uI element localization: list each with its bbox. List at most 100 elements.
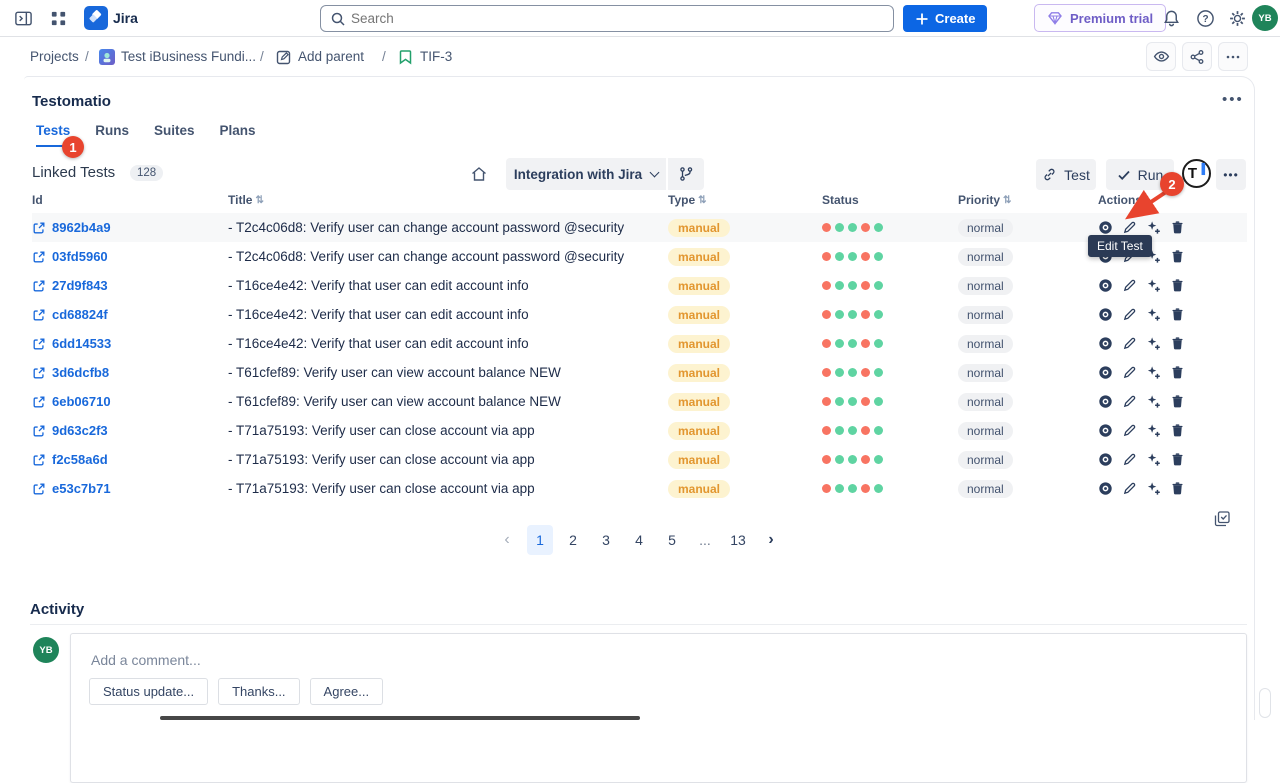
settings-gear-icon[interactable]	[1228, 9, 1247, 28]
test-id-link[interactable]: e53c7b71	[52, 481, 111, 496]
page-button-13[interactable]: 13	[725, 525, 751, 555]
ai-generate-icon[interactable]	[1146, 481, 1161, 496]
breadcrumb-projects[interactable]: Projects	[30, 49, 79, 64]
tab-runs[interactable]: Runs	[95, 123, 129, 147]
view-test-icon[interactable]	[1098, 394, 1113, 409]
search-box[interactable]	[320, 5, 894, 32]
view-test-icon[interactable]	[1098, 307, 1113, 322]
premium-trial-button[interactable]: Premium trial	[1034, 4, 1166, 32]
page-prev-button[interactable]: ‹	[494, 525, 520, 555]
view-test-icon[interactable]	[1098, 278, 1113, 293]
branch-button[interactable]	[668, 158, 704, 190]
sort-icon[interactable]: ⇅	[255, 195, 263, 206]
sort-icon[interactable]: ⇅	[698, 195, 706, 206]
page-button-2[interactable]: 2	[560, 525, 586, 555]
delete-test-icon[interactable]	[1170, 307, 1185, 322]
table-row[interactable]: 3d6dcfb8 - T61cfef89: Verify user can vi…	[32, 358, 1247, 387]
delete-test-icon[interactable]	[1170, 365, 1185, 380]
watch-button[interactable]	[1146, 42, 1176, 71]
ai-generate-icon[interactable]	[1146, 278, 1161, 293]
edit-test-icon[interactable]	[1122, 394, 1137, 409]
delete-test-icon[interactable]	[1170, 220, 1185, 235]
ai-generate-icon[interactable]	[1146, 452, 1161, 467]
ai-generate-icon[interactable]	[1146, 336, 1161, 351]
comment-placeholder[interactable]: Add a comment...	[91, 652, 201, 668]
app-switcher-icon[interactable]	[49, 9, 68, 28]
page-button-3[interactable]: 3	[593, 525, 619, 555]
view-test-icon[interactable]	[1098, 336, 1113, 351]
col-type[interactable]: Type	[668, 193, 695, 207]
tab-plans[interactable]: Plans	[220, 123, 256, 147]
test-id-link[interactable]: f2c58a6d	[52, 452, 108, 467]
toolbar-more-button[interactable]: •••	[1216, 159, 1246, 190]
home-icon[interactable]	[470, 165, 488, 183]
col-title[interactable]: Title	[228, 193, 252, 207]
col-id[interactable]: Id	[32, 193, 43, 207]
delete-test-icon[interactable]	[1170, 452, 1185, 467]
help-icon[interactable]: ?	[1196, 9, 1215, 28]
scrollbar-thumb[interactable]	[1259, 688, 1271, 718]
view-test-icon[interactable]	[1098, 365, 1113, 380]
search-input[interactable]	[351, 6, 871, 31]
table-row[interactable]: f2c58a6d - T71a75193: Verify user can cl…	[32, 445, 1247, 474]
test-id-link[interactable]: 27d9f843	[52, 278, 108, 293]
delete-test-icon[interactable]	[1170, 249, 1185, 264]
test-id-link[interactable]: 03fd5960	[52, 249, 108, 264]
table-row[interactable]: 8962b4a9 - T2c4c06d8: Verify user can ch…	[32, 213, 1247, 242]
test-id-link[interactable]: 3d6dcfb8	[52, 365, 109, 380]
quick-reply-thanks[interactable]: Thanks...	[218, 678, 299, 705]
test-id-link[interactable]: 8962b4a9	[52, 220, 111, 235]
ai-generate-icon[interactable]	[1146, 307, 1161, 322]
view-test-icon[interactable]	[1098, 481, 1113, 496]
comment-box[interactable]: Add a comment... Status update... Thanks…	[70, 633, 1247, 783]
page-next-button[interactable]: ›	[758, 525, 784, 555]
table-row[interactable]: e53c7b71 - T71a75193: Verify user can cl…	[32, 474, 1247, 503]
create-button[interactable]: Create	[903, 5, 987, 32]
col-priority[interactable]: Priority	[958, 193, 1000, 207]
user-avatar[interactable]: YB	[1252, 5, 1278, 31]
edit-test-icon[interactable]	[1122, 220, 1137, 235]
page-button-5[interactable]: 5	[659, 525, 685, 555]
edit-test-icon[interactable]	[1122, 452, 1137, 467]
page-button-4[interactable]: 4	[626, 525, 652, 555]
breadcrumb-project[interactable]: Test iBusiness Fundi...	[121, 49, 256, 64]
edit-test-icon[interactable]	[1122, 423, 1137, 438]
page-button-1[interactable]: 1	[527, 525, 553, 555]
quick-reply-agree[interactable]: Agree...	[310, 678, 384, 705]
delete-test-icon[interactable]	[1170, 336, 1185, 351]
tab-suites[interactable]: Suites	[154, 123, 195, 147]
ai-generate-icon[interactable]	[1146, 394, 1161, 409]
test-id-link[interactable]: 6dd14533	[52, 336, 111, 351]
edit-test-icon[interactable]	[1122, 365, 1137, 380]
ai-generate-icon[interactable]	[1146, 423, 1161, 438]
table-row[interactable]: 03fd5960 - T2c4c06d8: Verify user can ch…	[32, 242, 1247, 271]
table-row[interactable]: 9d63c2f3 - T71a75193: Verify user can cl…	[32, 416, 1247, 445]
test-id-link[interactable]: 6eb06710	[52, 394, 111, 409]
edit-test-icon[interactable]	[1122, 336, 1137, 351]
edit-test-icon[interactable]	[1122, 481, 1137, 496]
delete-test-icon[interactable]	[1170, 278, 1185, 293]
panel-more-button[interactable]: •••	[1222, 91, 1244, 108]
testomatio-logo-button[interactable]: T▐	[1182, 159, 1211, 188]
table-row[interactable]: 27d9f843 - T16ce4e42: Verify that user c…	[32, 271, 1247, 300]
jira-logo[interactable]	[84, 6, 108, 30]
breadcrumb-add-parent[interactable]: Add parent	[298, 49, 364, 64]
table-row[interactable]: cd68824f - T16ce4e42: Verify that user c…	[32, 300, 1247, 329]
view-test-icon[interactable]	[1098, 220, 1113, 235]
view-test-icon[interactable]	[1098, 452, 1113, 467]
sort-icon[interactable]: ⇅	[1003, 195, 1011, 206]
edit-test-icon[interactable]	[1122, 278, 1137, 293]
integration-dropdown[interactable]: Integration with Jira	[506, 158, 666, 190]
notifications-bell-icon[interactable]	[1162, 9, 1181, 28]
test-id-link[interactable]: 9d63c2f3	[52, 423, 108, 438]
test-button[interactable]: Test	[1036, 159, 1096, 190]
ai-generate-icon[interactable]	[1146, 220, 1161, 235]
edit-test-icon[interactable]	[1122, 307, 1137, 322]
share-button[interactable]	[1182, 42, 1212, 71]
delete-test-icon[interactable]	[1170, 481, 1185, 496]
breadcrumb-issue-key[interactable]: TIF-3	[420, 49, 452, 64]
view-test-icon[interactable]	[1098, 423, 1113, 438]
quick-reply-status-update[interactable]: Status update...	[89, 678, 208, 705]
collapse-sidebar-icon[interactable]	[14, 9, 33, 28]
more-actions-button[interactable]	[1218, 42, 1248, 71]
